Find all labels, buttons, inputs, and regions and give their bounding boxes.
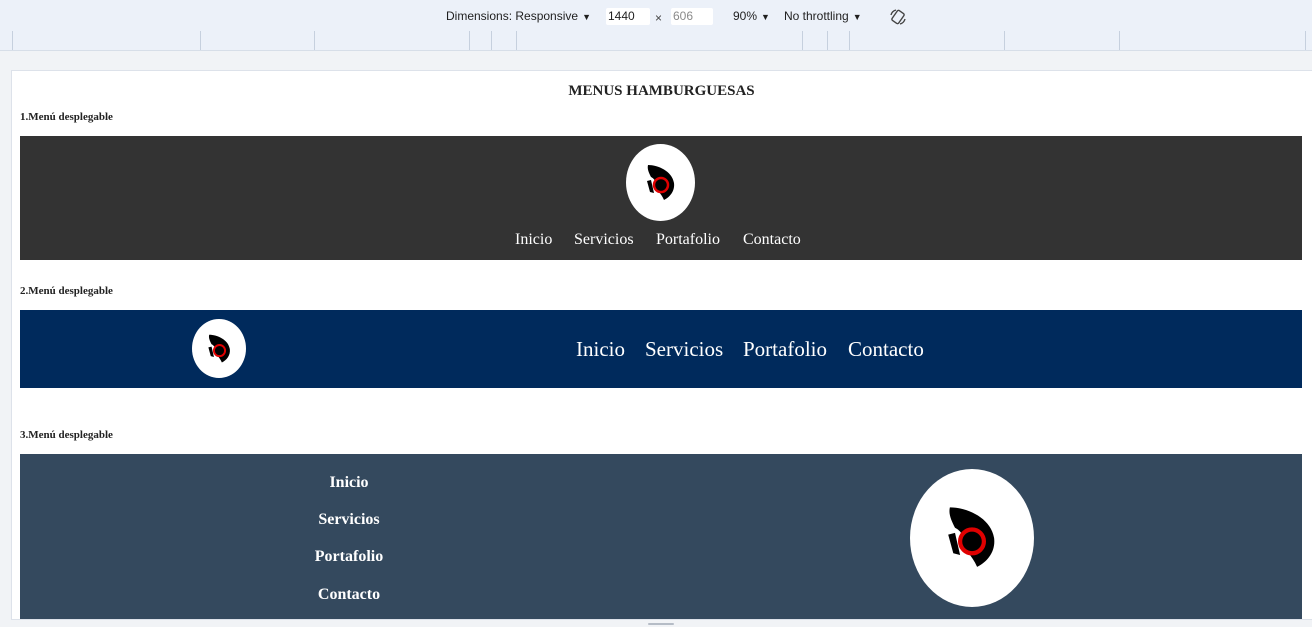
menu-2-navbar: Inicio Servicios Portafolio Contacto — [20, 310, 1302, 388]
ruler-segment[interactable] — [200, 31, 201, 50]
nav-link-portafolio[interactable]: Portafolio — [743, 337, 827, 362]
section-2-label: 2.Menú desplegable — [20, 285, 113, 297]
eye-logo-icon — [948, 507, 995, 567]
menu-3-navbar: Inicio Servicios Portafolio Contacto — [20, 454, 1302, 619]
nav-link-inicio[interactable]: Inicio — [299, 474, 399, 492]
throttling-label: No throttling — [784, 9, 849, 23]
nav-link-contacto[interactable]: Contacto — [299, 586, 399, 604]
ruler-segment[interactable] — [491, 31, 492, 50]
ruler-segment[interactable] — [802, 31, 803, 50]
rotate-icon[interactable] — [888, 7, 908, 27]
nav-link-servicios[interactable]: Servicios — [299, 511, 399, 529]
nav-link-contacto[interactable]: Contacto — [848, 337, 924, 362]
eye-logo-icon — [207, 334, 230, 362]
logo[interactable] — [626, 144, 695, 221]
nav-link-inicio[interactable]: Inicio — [576, 337, 625, 362]
ruler-segment[interactable] — [469, 31, 470, 50]
nav-link-portafolio[interactable]: Portafolio — [299, 548, 399, 566]
times-separator: × — [655, 11, 663, 25]
zoom-dropdown[interactable]: 90% ▼ — [733, 9, 770, 23]
page-title: MENUS HAMBURGUESAS — [568, 83, 755, 99]
nav-link-contacto[interactable]: Contacto — [743, 231, 801, 249]
dimensions-dropdown[interactable]: Dimensions: Responsive ▼ — [446, 9, 591, 23]
nav-link-inicio[interactable]: Inicio — [515, 231, 552, 249]
ruler-segment[interactable] — [849, 31, 850, 50]
ruler-segment[interactable] — [12, 31, 13, 50]
viewport-resize-handle[interactable] — [648, 623, 674, 625]
height-input[interactable]: 606 — [671, 8, 713, 25]
ruler-segment[interactable] — [516, 31, 517, 50]
caret-down-icon: ▼ — [582, 12, 591, 22]
caret-down-icon: ▼ — [761, 12, 770, 22]
zoom-label: 90% — [733, 9, 758, 23]
nav-link-servicios[interactable]: Servicios — [574, 231, 634, 249]
ruler-segment[interactable] — [827, 31, 828, 50]
nav-link-servicios[interactable]: Servicios — [645, 337, 723, 362]
ruler-segment[interactable] — [1004, 31, 1005, 50]
width-input[interactable]: 1440 — [606, 8, 650, 25]
logo[interactable] — [192, 319, 246, 378]
nav-link-portafolio[interactable]: Portafolio — [656, 231, 720, 249]
ruler-segment[interactable] — [314, 31, 315, 50]
section-3-label: 3.Menú desplegable — [20, 429, 113, 441]
media-query-ruler[interactable] — [0, 31, 1312, 51]
device-toolbar: Dimensions: Responsive ▼ 1440 × 606 90% ▼ … — [0, 0, 1312, 32]
ruler-segment[interactable] — [1305, 31, 1306, 50]
eye-logo-icon — [646, 164, 674, 200]
ruler-segment[interactable] — [1119, 31, 1120, 50]
section-1-label: 1.Menú desplegable — [20, 111, 113, 123]
throttling-dropdown[interactable]: No throttling ▼ — [784, 9, 862, 23]
logo[interactable] — [910, 469, 1034, 607]
dimensions-label: Dimensions: Responsive — [446, 9, 579, 23]
page-viewport: MENUS HAMBURGUESAS 1.Menú desplegable In… — [11, 70, 1312, 620]
menu-1-navbar: Inicio Servicios Portafolio Contacto — [20, 136, 1302, 260]
caret-down-icon: ▼ — [852, 12, 862, 22]
